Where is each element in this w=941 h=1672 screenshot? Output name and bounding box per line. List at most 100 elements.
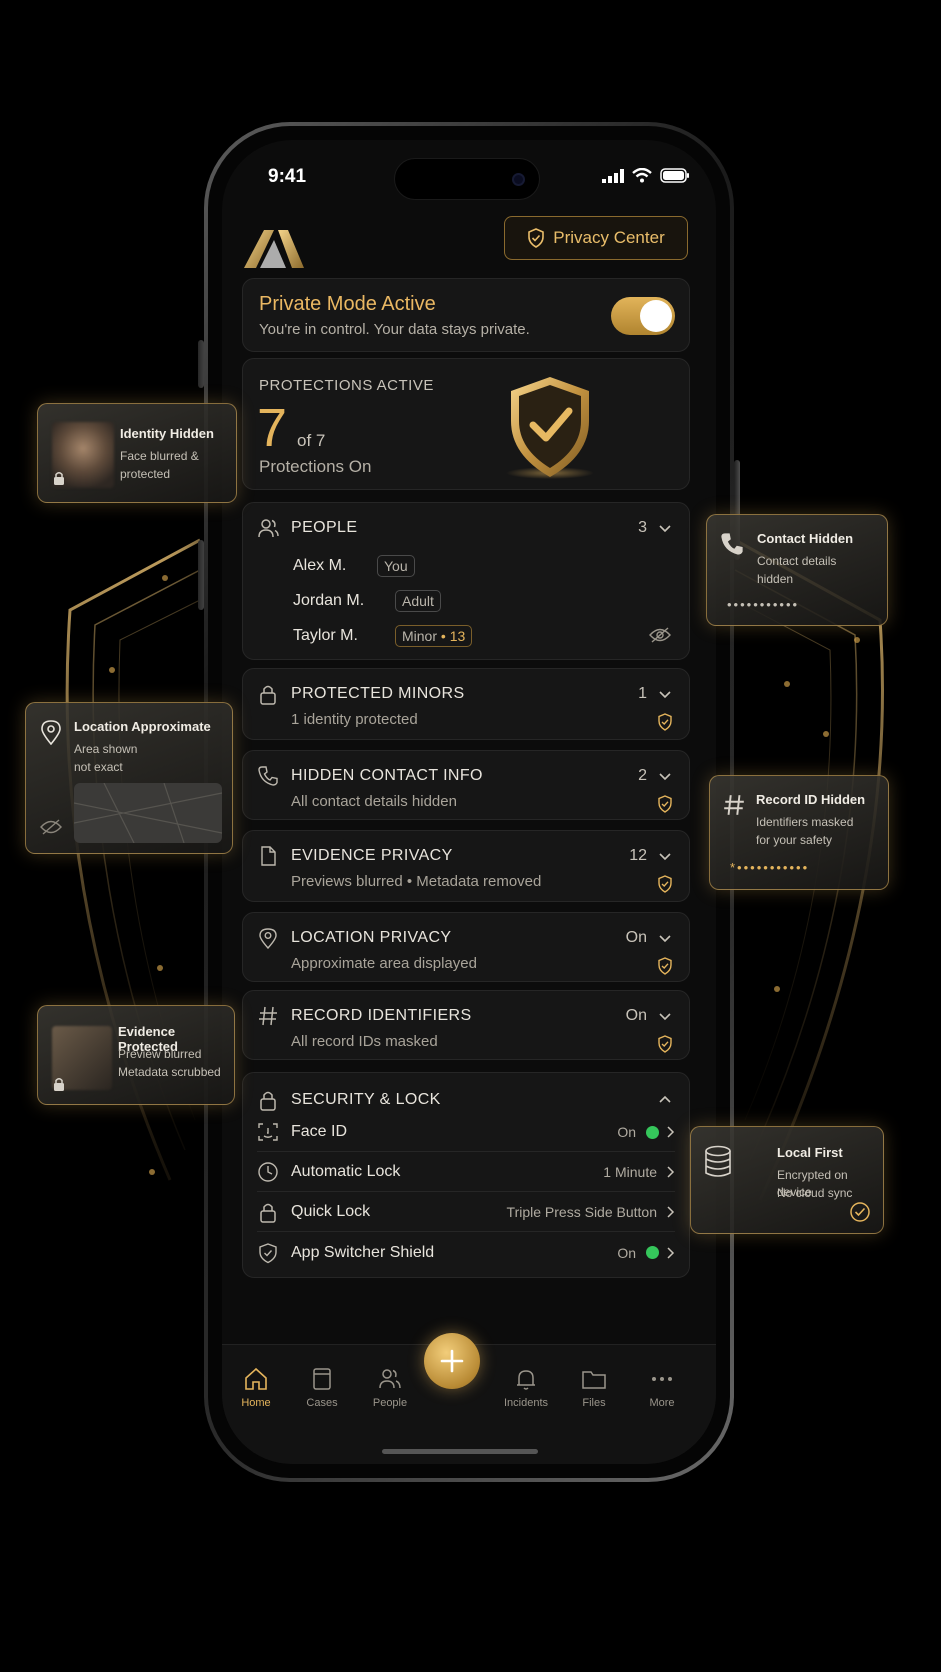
security-row-label: Face ID: [291, 1123, 348, 1140]
security-row-app-switcher-shield[interactable]: App Switcher Shield On: [257, 1233, 675, 1272]
private-mode-card: Private Mode Active You're in control. Y…: [242, 278, 690, 352]
callout-line: Identifiers masked: [756, 815, 854, 829]
shield-check-icon: [658, 875, 672, 893]
privacy-center-label: Privacy Center: [553, 228, 665, 247]
chevron-up-icon[interactable]: [659, 1095, 671, 1103]
person-tag-text: Minor: [402, 628, 438, 644]
protections-count: 7: [257, 398, 288, 458]
callout-line: No cloud sync: [777, 1186, 853, 1200]
chevron-down-icon[interactable]: [659, 773, 671, 781]
location-pin-icon: [259, 928, 277, 949]
lock-icon: [54, 1078, 64, 1091]
security-row-value: On: [617, 1124, 636, 1140]
shield-check-icon: [528, 228, 545, 248]
bell-icon: [517, 1370, 535, 1390]
callout-location-approximate: Location Approximate Area shown not exac…: [25, 702, 233, 854]
security-row-value: 1 Minute: [603, 1164, 657, 1180]
callout-identity-hidden: Identity Hidden Face blurred & protected: [37, 403, 237, 503]
section-title: HIDDEN CONTACT INFO: [291, 767, 483, 784]
protections-of-total: of 7: [297, 431, 326, 450]
nav-label: Files: [582, 1397, 606, 1409]
cellular-signal-icon: [602, 168, 624, 183]
status-icons: [602, 168, 690, 183]
people-title: PEOPLE: [291, 519, 358, 536]
nav-label: People: [372, 1397, 408, 1409]
nav-people[interactable]: People: [360, 1367, 420, 1409]
masked-contact-value: •••••••••••: [727, 597, 800, 612]
person-role-tag: Minor • 13: [395, 625, 473, 647]
callout-local-first: Local First Encrypted on device No cloud…: [690, 1126, 884, 1234]
chevron-right-icon: [667, 1246, 675, 1259]
nav-incidents[interactable]: Incidents: [496, 1367, 556, 1409]
section-subtitle: 1 identity protected: [291, 711, 418, 728]
shield-check-icon: [259, 1242, 277, 1263]
hidden-contact-card[interactable]: HIDDEN CONTACT INFO All contact details …: [242, 750, 690, 820]
person-row[interactable]: Taylor M. Minor • 13: [293, 625, 473, 647]
privacy-center-button[interactable]: Privacy Center: [504, 216, 688, 260]
app-logo: [244, 230, 304, 268]
chevron-down-icon[interactable]: [659, 935, 671, 943]
status-dot: [646, 1125, 659, 1139]
person-row[interactable]: Alex M. You: [293, 555, 415, 577]
callout-contact-hidden: Contact Hidden Contact details hidden ••…: [706, 514, 888, 626]
nav-home[interactable]: Home: [226, 1367, 286, 1409]
protections-caption: Protections On: [259, 457, 372, 476]
people-icon: [258, 519, 279, 538]
chevron-down-icon[interactable]: [659, 853, 671, 861]
protections-heading: PROTECTIONS ACTIVE: [259, 377, 434, 394]
face-id-icon: [258, 1123, 278, 1141]
callout-line: protected: [120, 467, 171, 481]
callout-line: Contact details: [757, 554, 837, 568]
nav-files[interactable]: Files: [564, 1367, 624, 1409]
evidence-privacy-card[interactable]: EVIDENCE PRIVACY Previews blurred • Meta…: [242, 830, 690, 902]
section-subtitle: All contact details hidden: [291, 793, 457, 810]
chevron-down-icon[interactable]: [659, 691, 671, 699]
section-subtitle: All record IDs masked: [291, 1033, 438, 1050]
person-row[interactable]: Jordan M. Adult: [293, 590, 441, 612]
person-role-tag: Adult: [395, 590, 441, 612]
shield-check-icon: [658, 957, 672, 975]
callout-line: Face blurred &: [120, 449, 199, 463]
security-lock-card: SECURITY & LOCK Face ID On Automatic Loc…: [242, 1072, 690, 1278]
private-mode-toggle[interactable]: [611, 297, 675, 335]
battery-icon: [660, 168, 689, 183]
person-role-tag: You: [377, 555, 415, 577]
private-mode-subtitle: You're in control. Your data stays priva…: [259, 321, 530, 338]
security-row-label: Quick Lock: [291, 1203, 371, 1220]
callout-title: Record ID Hidden: [756, 792, 866, 807]
record-identifiers-card[interactable]: RECORD IDENTIFIERS All record IDs masked…: [242, 990, 690, 1060]
home-icon: [245, 1367, 267, 1390]
security-row-label: App Switcher Shield: [291, 1243, 435, 1261]
protected-minors-card[interactable]: PROTECTED MINORS 1 identity protected 1: [242, 668, 690, 740]
eye-hidden-icon[interactable]: [649, 627, 671, 643]
nav-more[interactable]: More: [632, 1367, 692, 1409]
camera-icon: [512, 173, 525, 186]
chevron-down-icon[interactable]: [659, 525, 671, 533]
document-icon: [261, 846, 276, 866]
more-icon: [652, 1377, 672, 1381]
bottom-nav: Home Cases People Incidents Files More: [222, 1333, 716, 1464]
add-button[interactable]: [424, 1333, 480, 1389]
section-title: RECORD IDENTIFIERS: [291, 1007, 472, 1024]
home-indicator: [382, 1449, 538, 1454]
callout-evidence-protected: Evidence Protected Preview blurred Metad…: [37, 1005, 235, 1105]
cases-icon: [313, 1368, 331, 1390]
callout-line: Area shown: [74, 742, 138, 756]
phone-icon: [258, 766, 278, 786]
callout-title: Identity Hidden: [120, 426, 214, 441]
chevron-down-icon[interactable]: [659, 1013, 671, 1021]
nav-cases[interactable]: Cases: [292, 1367, 352, 1409]
location-privacy-card[interactable]: LOCATION PRIVACY Approximate area displa…: [242, 912, 690, 982]
security-row-quick-lock[interactable]: Quick Lock Triple Press Side Button: [257, 1193, 675, 1232]
shield-check-icon: [658, 713, 672, 731]
people-card[interactable]: PEOPLE 3 Alex M. You Jordan M. Adult Tay…: [242, 502, 690, 660]
people-count: 3: [638, 519, 647, 536]
section-value: On: [625, 929, 647, 946]
security-row-automatic-lock[interactable]: Automatic Lock 1 Minute: [257, 1153, 675, 1192]
security-row-face-id[interactable]: Face ID On: [257, 1113, 675, 1152]
section-value: 2: [638, 767, 647, 784]
person-age: • 13: [440, 628, 466, 644]
lock-icon: [260, 685, 276, 705]
lock-icon: [260, 1203, 276, 1223]
chevron-right-icon: [667, 1166, 675, 1178]
